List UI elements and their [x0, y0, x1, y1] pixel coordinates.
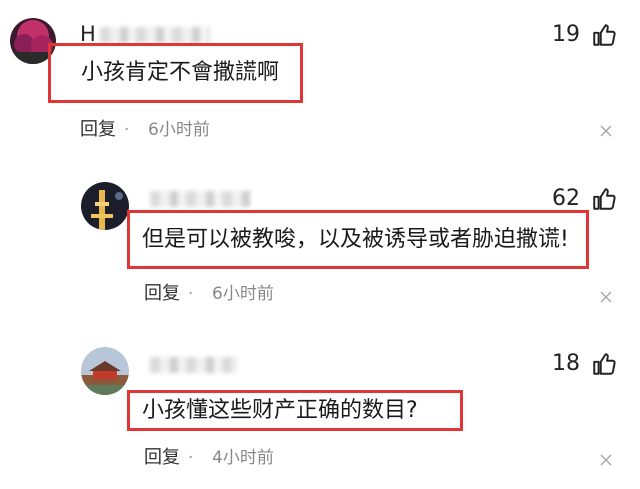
- like-count: 18: [552, 351, 580, 376]
- user-avatar[interactable]: [81, 347, 129, 395]
- avatar-image: [81, 347, 129, 395]
- comment-text: 小孩懂这些财产正确的数目?: [142, 397, 418, 423]
- separator-dot: ·: [188, 448, 194, 468]
- username[interactable]: [146, 352, 238, 376]
- comment-item: 18 小孩懂这些财产正确的数目? 回复 · 4小时前: [0, 0, 640, 489]
- close-icon[interactable]: [599, 453, 613, 467]
- username-blur: [150, 357, 238, 373]
- thumbs-up-icon[interactable]: [591, 351, 617, 377]
- comment-content: 小孩懂这些财产正确的数目?: [127, 390, 463, 431]
- reply-button[interactable]: 回复: [144, 447, 180, 469]
- comment-time: 4小时前: [212, 448, 274, 468]
